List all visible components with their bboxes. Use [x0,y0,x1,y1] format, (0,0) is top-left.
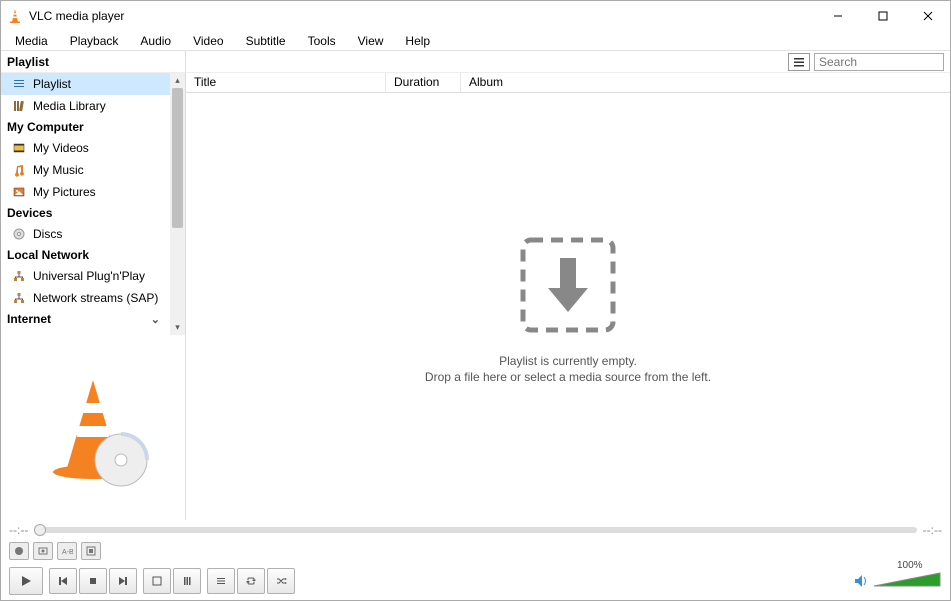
sidebar-group-local-network[interactable]: Local Network [1,245,170,265]
empty-message-2: Drop a file here or select a media sourc… [425,370,711,384]
sidebar-item-label: Media Library [33,99,106,113]
volume-slider[interactable] [872,571,942,591]
timeline-row: --:-- --:-- [1,520,950,540]
album-art [1,335,185,520]
scroll-down-icon[interactable]: ▾ [170,320,185,335]
sidebar-item-label: Playlist [33,77,71,91]
menu-playback[interactable]: Playback [60,32,129,50]
controls-bar: 100% [1,562,950,600]
sidebar-item-my-music[interactable]: My Music [1,159,170,181]
menu-help[interactable]: Help [395,32,440,50]
menu-media[interactable]: Media [5,32,58,50]
list-icon [11,76,27,92]
scrollbar-thumb[interactable] [172,88,183,228]
extended-settings-button[interactable] [173,568,201,594]
volume-percent: 100% [897,560,923,571]
atob-loop-button[interactable]: A-B [57,542,77,560]
snapshot-button[interactable] [33,542,53,560]
sidebar-item-my-videos[interactable]: My Videos [1,137,170,159]
network-icon [11,268,27,284]
column-album[interactable]: Album [461,73,950,92]
sidebar-item-media-library[interactable]: Media Library [1,95,170,117]
previous-button[interactable] [49,568,77,594]
window-maximize-button[interactable] [860,2,905,31]
window-close-button[interactable] [905,2,950,31]
menu-audio[interactable]: Audio [130,32,181,50]
stop-button[interactable] [79,568,107,594]
next-button[interactable] [109,568,137,594]
menu-subtitle[interactable]: Subtitle [236,32,296,50]
column-duration[interactable]: Duration [386,73,461,92]
window-title: VLC media player [29,9,815,23]
column-headers: Title Duration Album [186,73,950,93]
sidebar-item-label: My Pictures [33,185,96,199]
playlist-dropzone[interactable]: Playlist is currently empty. Drop a file… [186,93,950,520]
main-panel: Title Duration Album Playlist is current… [186,51,950,520]
sidebar-item-label: Universal Plug'n'Play [33,269,145,283]
sidebar-scrollbar[interactable]: ▴ ▾ [170,73,185,335]
empty-message-1: Playlist is currently empty. [499,354,637,368]
sidebar-group-my-computer[interactable]: My Computer [1,117,170,137]
frame-button[interactable] [81,542,101,560]
loop-button[interactable] [237,568,265,594]
menu-view[interactable]: View [348,32,394,50]
network-icon [11,290,27,306]
time-elapsed: --:-- [9,523,28,537]
sidebar: Playlist Playlist Media Library My Compu… [1,51,186,520]
svg-text:A-B: A-B [62,549,73,556]
sidebar-item-upnp[interactable]: Universal Plug'n'Play [1,265,170,287]
sidebar-item-playlist[interactable]: Playlist [1,73,170,95]
vlc-cone-icon [7,8,23,24]
shuffle-button[interactable] [267,568,295,594]
video-icon [11,140,27,156]
view-mode-button[interactable] [788,53,810,71]
record-button[interactable] [9,542,29,560]
picture-icon [11,184,27,200]
sidebar-item-label: Discs [33,227,62,241]
sidebar-group-devices[interactable]: Devices [1,203,170,223]
sidebar-item-label: My Videos [33,141,89,155]
seek-slider[interactable] [34,527,916,533]
sidebar-header: Playlist [1,51,185,73]
titlebar: VLC media player [1,1,950,31]
scroll-up-icon[interactable]: ▴ [170,73,185,88]
window-minimize-button[interactable] [815,2,860,31]
column-title[interactable]: Title [186,73,386,92]
library-icon [11,98,27,114]
sidebar-group-internet[interactable]: Internet ⌄ [1,309,170,329]
seek-knob[interactable] [34,524,46,536]
drop-arrow-icon [513,230,623,340]
menubar: Media Playback Audio Video Subtitle Tool… [1,31,950,51]
disc-icon [11,226,27,242]
sidebar-list: Playlist Media Library My Computer My Vi… [1,73,185,335]
fullscreen-button[interactable] [143,568,171,594]
toolbar-extras: A-B [1,540,950,562]
chevron-down-icon: ⌄ [151,313,164,326]
search-input[interactable] [814,53,944,71]
play-button[interactable] [9,567,43,595]
sidebar-item-discs[interactable]: Discs [1,223,170,245]
menu-video[interactable]: Video [183,32,233,50]
playlist-button[interactable] [207,568,235,594]
main-header [186,51,950,73]
sidebar-item-label: My Music [33,163,84,177]
music-icon [11,162,27,178]
menu-tools[interactable]: Tools [298,32,346,50]
sidebar-item-label: Network streams (SAP) [33,291,158,305]
content-area: Playlist Playlist Media Library My Compu… [1,51,950,520]
sidebar-item-my-pictures[interactable]: My Pictures [1,181,170,203]
time-remaining: --:-- [923,523,942,537]
sidebar-item-sap[interactable]: Network streams (SAP) [1,287,170,309]
speaker-icon[interactable] [852,572,870,590]
